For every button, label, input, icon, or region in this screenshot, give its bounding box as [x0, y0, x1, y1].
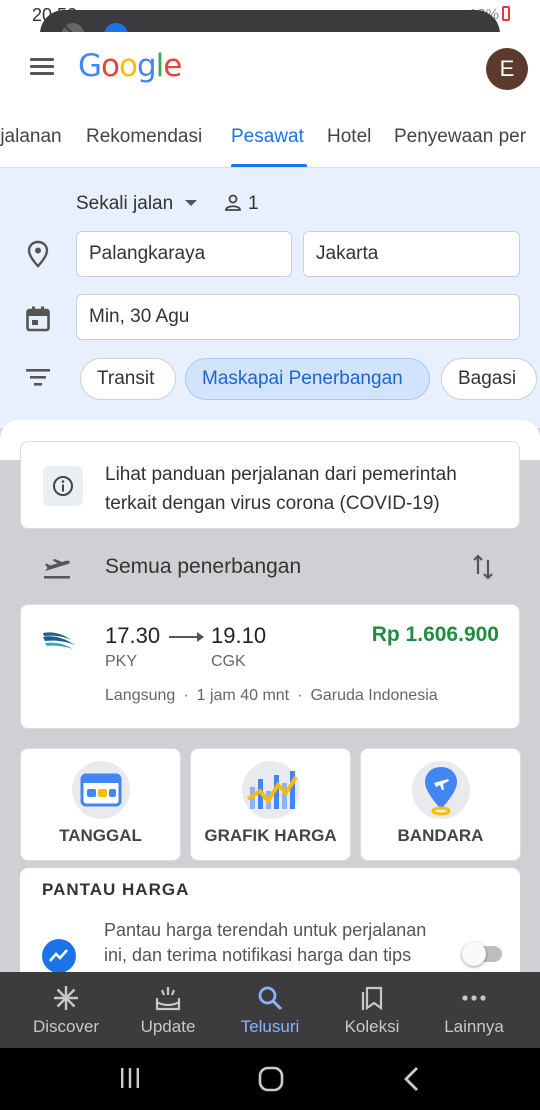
trip-type-dropdown[interactable]: Sekali jalan [76, 193, 198, 215]
arrow-right-icon [169, 632, 204, 642]
menu-icon[interactable] [30, 58, 54, 76]
tile-price-graph-label: GRAFIK HARGA [204, 826, 337, 845]
filter-icon[interactable] [26, 368, 50, 386]
all-flights-label: Semua penerbangan [105, 555, 302, 578]
recent-apps-icon[interactable] [118, 1066, 142, 1090]
results-sheet: Lihat panduan perjalanan dari pemerintah… [0, 420, 540, 975]
tab-pesawat[interactable]: Pesawat [231, 126, 304, 148]
flight-price: Rp 1.606.900 [371, 623, 499, 646]
depart-airport-code: PKY [105, 653, 138, 670]
flight-duration: 1 jam 40 mnt [196, 687, 290, 704]
collections-icon [361, 986, 383, 1011]
tab-perjalanan[interactable]: rjalanan [0, 126, 62, 148]
nav-more[interactable]: Lainnya [420, 972, 528, 1048]
home-icon[interactable] [258, 1066, 284, 1092]
passenger-selector[interactable]: 1 [224, 193, 259, 215]
person-icon [225, 194, 241, 211]
active-tab-indicator [231, 164, 307, 167]
nav-discover[interactable]: Discover [12, 972, 120, 1048]
caret-down-icon [185, 200, 198, 206]
bottom-navigation: Discover Update Telusuri Koleksi Lainnya [0, 972, 540, 1048]
calendar-icon [26, 306, 50, 332]
covid-notice-text: Lihat panduan perjalanan dari pemerintah… [105, 464, 457, 514]
price-watch-heading: PANTAU HARGA [42, 880, 190, 899]
takeoff-icon [44, 559, 70, 579]
flight-result-card[interactable]: 17.30 19.10 PKY CGK Rp 1.606.900 Langsun… [20, 604, 520, 729]
nav-search[interactable]: Telusuri [216, 972, 324, 1048]
arrive-airport-code: CGK [211, 653, 246, 670]
tile-airports-label: BANDARA [397, 826, 484, 845]
tile-airports[interactable]: BANDARA [360, 748, 521, 861]
origin-field[interactable]: Palangkaraya [76, 231, 292, 277]
airport-pin-illustration-icon [411, 761, 470, 819]
filter-chip-airline[interactable]: Maskapai Penerbangan [185, 358, 430, 400]
flight-airline: Garuda Indonesia [310, 687, 438, 704]
depart-time: 17.30 [105, 623, 161, 648]
tile-price-graph[interactable]: GRAFIK HARGA [190, 748, 351, 861]
price-graph-illustration-icon [241, 761, 300, 819]
date-field[interactable]: Min, 30 Agu [76, 294, 520, 340]
calendar-illustration-icon [71, 761, 130, 819]
nav-collections[interactable]: Koleksi [318, 972, 426, 1048]
tab-penyewaan[interactable]: Penyewaan per [394, 126, 526, 148]
app-header: Google E [0, 32, 540, 110]
destination-field[interactable]: Jakarta [303, 231, 520, 277]
explore-tiles: TANGGAL GRAFIK HARGA BANDARA [20, 748, 521, 862]
tab-rekomendasi[interactable]: Rekomendasi [86, 126, 202, 148]
flight-details: Langsung · 1 jam 40 mnt · Garuda Indonesia [105, 687, 438, 704]
price-watch-toggle[interactable] [462, 942, 502, 966]
info-icon [53, 476, 73, 496]
arrive-time: 19.10 [211, 623, 267, 648]
more-icon [462, 995, 486, 1001]
sort-icon[interactable] [472, 554, 494, 580]
covid-notice-card[interactable]: Lihat panduan perjalanan dari pemerintah… [20, 441, 520, 529]
avatar[interactable]: E [486, 48, 528, 90]
discover-icon [54, 986, 78, 1010]
garuda-logo-icon [43, 632, 75, 649]
filter-chip-transit[interactable]: Transit [80, 358, 176, 400]
trending-icon [42, 939, 76, 973]
filter-chip-baggage[interactable]: Bagasi [441, 358, 537, 400]
tile-dates[interactable]: TANGGAL [20, 748, 181, 861]
location-pin-icon [27, 240, 49, 268]
travel-tabs: rjalanan Rekomendasi Pesawat Hotel Penye… [0, 110, 540, 168]
flight-search-panel: Sekali jalan 1 Palangkaraya Jakarta Min,… [0, 168, 540, 428]
tab-hotel[interactable]: Hotel [327, 126, 371, 148]
search-icon [258, 986, 283, 1011]
tile-dates-label: TANGGAL [59, 826, 142, 845]
price-watch-description: Pantau harga terendah untuk perjalanan i… [104, 920, 427, 965]
back-icon[interactable] [402, 1066, 422, 1092]
all-flights-header: Semua penerbangan [0, 540, 540, 600]
flight-stops: Langsung [105, 687, 176, 704]
battery-icon [502, 6, 510, 21]
nav-update[interactable]: Update [114, 972, 222, 1048]
google-logo[interactable]: Google [78, 48, 182, 84]
update-icon [155, 987, 181, 1011]
system-navigation-bar [0, 1048, 540, 1110]
info-icon-container [43, 466, 83, 506]
price-watch-section: PANTAU HARGA Pantau harga terendah untuk… [20, 868, 520, 975]
